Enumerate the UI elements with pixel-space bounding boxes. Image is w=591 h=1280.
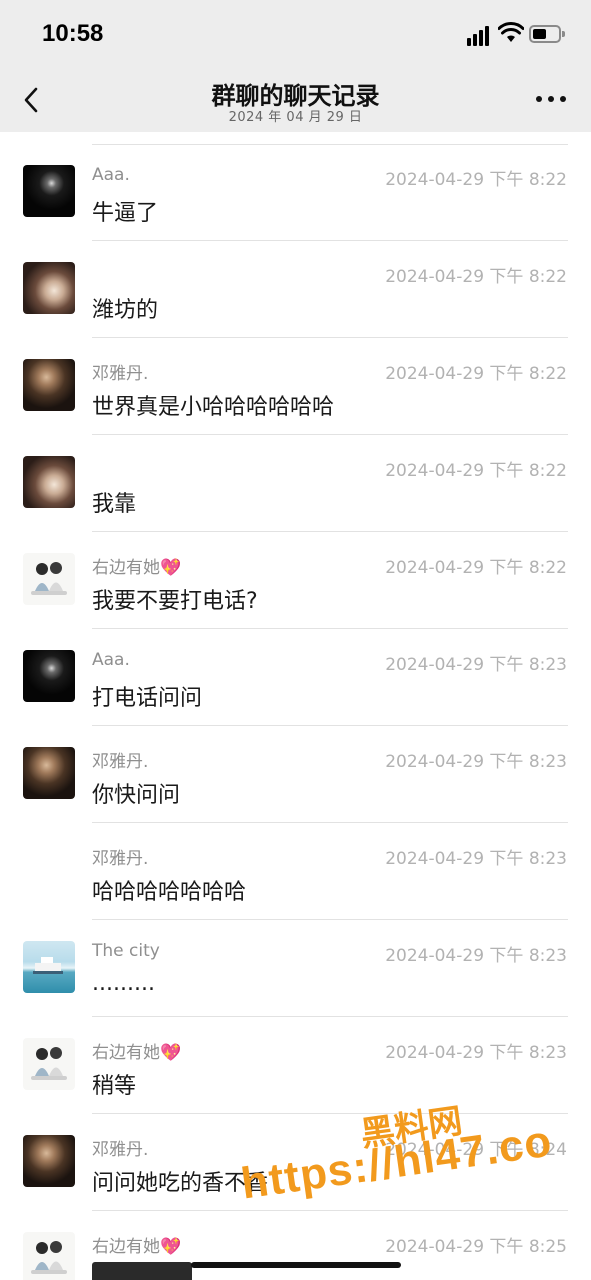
avatar[interactable] xyxy=(23,359,75,411)
page-date: 2024 年 04 月 29 日 xyxy=(228,110,363,125)
more-options-icon[interactable] xyxy=(536,96,566,104)
message-time: 2024-04-29 下午 8:23 xyxy=(385,946,567,966)
avatar[interactable] xyxy=(23,456,75,508)
sender-name: 右边有她💖 xyxy=(92,1237,182,1257)
message-time: 2024-04-29 下午 8:22 xyxy=(385,461,567,481)
avatar[interactable] xyxy=(23,941,75,993)
message-item[interactable]: 邓雅丹. 2024-04-29 下午 8:24 问问她吃的香不香 xyxy=(0,1114,591,1211)
cellular-signal-icon xyxy=(467,26,493,46)
message-text: 问问她吃的香不香 xyxy=(92,1171,269,1196)
message-text: 世界真是小哈哈哈哈哈哈 xyxy=(92,395,335,420)
message-item[interactable]: Aaa. 2024-04-29 下午 8:23 打电话问问 xyxy=(0,629,591,726)
message-time: 2024-04-29 下午 8:25 xyxy=(385,1237,567,1257)
message-item[interactable]: The city 2024-04-29 下午 8:23 ......... xyxy=(0,920,591,1017)
sender-name: 邓雅丹. xyxy=(92,849,149,869)
sender-name: Aaa. xyxy=(92,650,130,670)
sender-name: Aaa. xyxy=(92,165,130,185)
message-time: 2024-04-29 下午 8:22 xyxy=(385,267,567,287)
wifi-icon xyxy=(498,22,524,42)
message-item[interactable]: 右边有她💖 2024-04-29 下午 8:23 稍等 xyxy=(0,1017,591,1114)
message-item[interactable]: 2024-04-29 下午 8:22 我靠 xyxy=(0,435,591,532)
message-time: 2024-04-29 下午 8:22 xyxy=(385,558,567,578)
message-item[interactable]: Aaa. 2024-04-29 下午 8:22 牛逼了 xyxy=(0,144,591,241)
status-time: 10:58 xyxy=(42,20,104,47)
battery-icon xyxy=(529,25,565,43)
home-indicator[interactable] xyxy=(191,1262,401,1268)
avatar[interactable] xyxy=(23,165,75,217)
sender-name: 邓雅丹. xyxy=(92,364,149,384)
sender-name: 邓雅丹. xyxy=(92,1140,149,1160)
navigation-bar: 群聊的聊天记录 2024 年 04 月 29 日 xyxy=(0,70,591,132)
message-item[interactable]: 邓雅丹. 2024-04-29 下午 8:23 你快问问 xyxy=(0,726,591,823)
message-time: 2024-04-29 下午 8:24 xyxy=(385,1140,567,1160)
ship-icon xyxy=(33,957,63,974)
message-text: 打电话问问 xyxy=(92,686,203,711)
cartoon-couple-icon xyxy=(31,1047,67,1080)
message-text: 你快问问 xyxy=(92,783,181,808)
message-text: 哈哈哈哈哈哈哈 xyxy=(92,880,247,905)
message-text: 我要不要打电话? xyxy=(92,589,258,614)
avatar[interactable] xyxy=(23,262,75,314)
message-text: 我靠 xyxy=(92,492,137,517)
message-text: 稍等 xyxy=(92,1074,137,1099)
avatar[interactable] xyxy=(23,1135,75,1187)
message-item[interactable]: 邓雅丹. 2024-04-29 下午 8:22 世界真是小哈哈哈哈哈哈 xyxy=(0,338,591,435)
message-item[interactable]: 右边有她💖 2024-04-29 下午 8:25 xyxy=(0,1211,591,1280)
message-text: ......... xyxy=(92,971,155,996)
message-time: 2024-04-29 下午 8:23 xyxy=(385,655,567,675)
message-item[interactable]: 邓雅丹. 2024-04-29 下午 8:23 哈哈哈哈哈哈哈 xyxy=(0,823,591,920)
avatar[interactable] xyxy=(23,1232,75,1280)
message-time: 2024-04-29 下午 8:23 xyxy=(385,1043,567,1063)
message-time: 2024-04-29 下午 8:22 xyxy=(385,364,567,384)
message-text: 潍坊的 xyxy=(92,298,159,323)
sender-name: The city xyxy=(92,941,160,961)
cartoon-couple-icon xyxy=(31,1241,67,1274)
avatar[interactable] xyxy=(23,747,75,799)
sender-name: 右边有她💖 xyxy=(92,558,182,578)
status-bar: 10:58 xyxy=(0,0,591,70)
avatar[interactable] xyxy=(23,1038,75,1090)
message-text: 牛逼了 xyxy=(92,201,159,226)
message-time: 2024-04-29 下午 8:23 xyxy=(385,752,567,772)
message-item[interactable]: 2024-04-29 下午 8:22 潍坊的 xyxy=(0,241,591,338)
image-thumbnail[interactable] xyxy=(92,1262,192,1280)
sender-name: 邓雅丹. xyxy=(92,752,149,772)
avatar[interactable] xyxy=(23,553,75,605)
message-item[interactable]: 右边有她💖 2024-04-29 下午 8:22 我要不要打电话? xyxy=(0,532,591,629)
message-time: 2024-04-29 下午 8:22 xyxy=(385,170,567,190)
message-time: 2024-04-29 下午 8:23 xyxy=(385,849,567,869)
avatar[interactable] xyxy=(23,650,75,702)
cartoon-couple-icon xyxy=(31,562,67,595)
sender-name: 右边有她💖 xyxy=(92,1043,182,1063)
